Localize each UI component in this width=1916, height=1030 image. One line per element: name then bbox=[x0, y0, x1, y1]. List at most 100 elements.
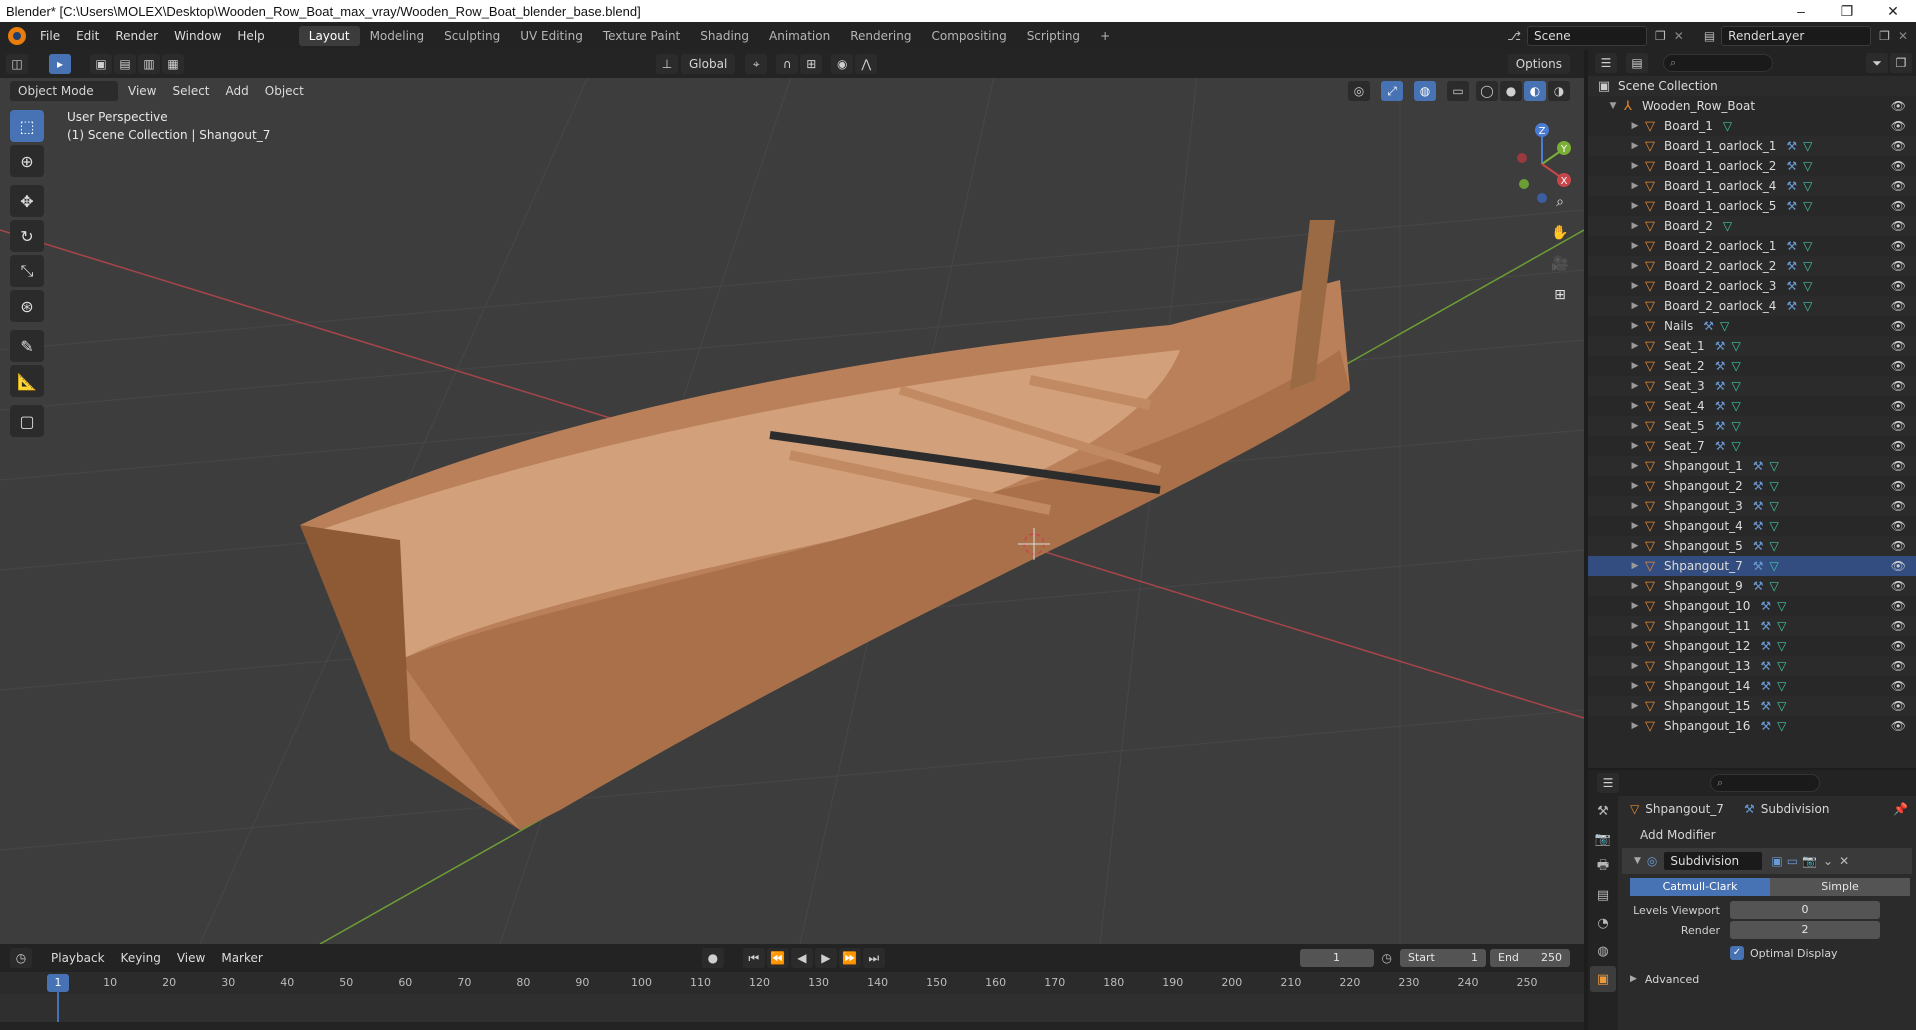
mesh-data-icon[interactable]: ▽ bbox=[1769, 539, 1778, 553]
transform-orientation-dropdown[interactable]: Global bbox=[681, 54, 736, 74]
modifier-wrench-icon[interactable]: ⚒ bbox=[1786, 259, 1797, 273]
expand-arrow-icon[interactable]: ▶ bbox=[1628, 541, 1642, 551]
outliner-row[interactable]: ▶ ▽ Board_2_oarlock_4 ⚒ ▽ 👁 bbox=[1588, 296, 1916, 316]
outliner-row[interactable]: ▶ ▽ Board_1_oarlock_2 ⚒ ▽ 👁 bbox=[1588, 156, 1916, 176]
modifier-wrench-icon[interactable]: ⚒ bbox=[1753, 499, 1764, 513]
expand-arrow-icon[interactable]: ▶ bbox=[1628, 661, 1642, 671]
outliner-search-input[interactable]: ⌕ bbox=[1663, 54, 1773, 72]
mesh-data-icon[interactable]: ▽ bbox=[1803, 259, 1812, 273]
visibility-eye-icon[interactable]: 👁 bbox=[1891, 159, 1906, 173]
current-frame-field[interactable]: 1 bbox=[1299, 949, 1374, 967]
modifier-wrench-icon[interactable]: ⚒ bbox=[1760, 719, 1771, 733]
visibility-eye-icon[interactable]: 👁 bbox=[1891, 339, 1906, 353]
shading-wireframe-icon[interactable]: ◯ bbox=[1476, 81, 1498, 101]
modifier-wrench-icon[interactable]: ⚒ bbox=[1786, 179, 1797, 193]
delete-scene-icon[interactable]: ✕ bbox=[1674, 29, 1684, 43]
timeline-menu-playback[interactable]: Playback bbox=[43, 944, 113, 972]
outliner-row[interactable]: ▶ ▽ Seat_2 ⚒ ▽ 👁 bbox=[1588, 356, 1916, 376]
expand-arrow-icon[interactable]: ▶ bbox=[1628, 261, 1642, 271]
blender-logo-icon[interactable] bbox=[8, 27, 26, 45]
modifier-wrench-icon[interactable]: ⚒ bbox=[1753, 519, 1764, 533]
pivot-point-icon[interactable]: ⌖ bbox=[745, 54, 768, 74]
modifier-wrench-icon[interactable]: ⚒ bbox=[1786, 299, 1797, 313]
jump-keyframe-forward-icon[interactable]: ⏩ bbox=[838, 948, 861, 968]
outliner-row[interactable]: ▶ ▽ Shpangout_12 ⚒ ▽ 👁 bbox=[1588, 636, 1916, 656]
mesh-data-icon[interactable]: ▽ bbox=[1731, 439, 1740, 453]
outliner-row[interactable]: ▶ ▽ Shpangout_2 ⚒ ▽ 👁 bbox=[1588, 476, 1916, 496]
mesh-data-icon[interactable]: ▽ bbox=[1731, 399, 1740, 413]
mesh-data-icon[interactable]: ▽ bbox=[1803, 279, 1812, 293]
scene-tab-icon[interactable]: ◔ bbox=[1590, 910, 1616, 936]
use-preview-range-icon[interactable]: ◷ bbox=[1382, 951, 1392, 965]
modifier-wrench-icon[interactable]: ⚒ bbox=[1703, 319, 1714, 333]
add-modifier-button[interactable]: Add Modifier bbox=[1632, 825, 1902, 845]
mesh-data-icon[interactable]: ▽ bbox=[1803, 139, 1812, 153]
visibility-eye-icon[interactable]: 👁 bbox=[1891, 559, 1906, 573]
mesh-data-icon[interactable]: ▽ bbox=[1731, 359, 1740, 373]
visibility-eye-icon[interactable]: 👁 bbox=[1891, 719, 1906, 733]
outliner-row[interactable]: ▶ ▽ Board_1_oarlock_4 ⚒ ▽ 👁 bbox=[1588, 176, 1916, 196]
outliner-row[interactable]: ▶ ▽ Seat_1 ⚒ ▽ 👁 bbox=[1588, 336, 1916, 356]
visibility-icon[interactable]: ◎ bbox=[1348, 81, 1370, 101]
visibility-eye-icon[interactable]: 👁 bbox=[1891, 459, 1906, 473]
expand-arrow-icon[interactable]: ▶ bbox=[1628, 701, 1642, 711]
outliner-row[interactable]: ▶ ▽ Seat_5 ⚒ ▽ 👁 bbox=[1588, 416, 1916, 436]
measure-tool-icon[interactable]: 📐 bbox=[10, 365, 44, 397]
select-mode-icon[interactable]: ▸ bbox=[49, 54, 71, 74]
expand-arrow-icon[interactable]: ▶ bbox=[1628, 141, 1642, 151]
modifier-wrench-icon[interactable]: ⚒ bbox=[1753, 559, 1764, 573]
jump-start-icon[interactable]: ⏮ bbox=[742, 948, 765, 968]
expand-arrow-icon[interactable]: ▶ bbox=[1628, 441, 1642, 451]
new-collection-icon[interactable]: ❐ bbox=[1890, 53, 1912, 73]
mesh-data-icon[interactable]: ▽ bbox=[1777, 639, 1786, 653]
realtime-toggle-icon[interactable]: ▭ bbox=[1787, 854, 1798, 868]
scene-selector-icon[interactable]: ⎇ bbox=[1507, 29, 1521, 43]
collection-row[interactable]: ▼ ⅄ Wooden_Row_Boat 👁 bbox=[1588, 96, 1916, 116]
visibility-eye-icon[interactable]: 👁 bbox=[1891, 379, 1906, 393]
visibility-eye-icon[interactable]: 👁 bbox=[1891, 479, 1906, 493]
mesh-data-icon[interactable]: ▽ bbox=[1723, 219, 1732, 233]
visibility-eye-icon[interactable]: 👁 bbox=[1891, 699, 1906, 713]
gizmo-toggle-icon[interactable]: ⤢ bbox=[1381, 81, 1403, 101]
modifier-wrench-icon[interactable]: ⚒ bbox=[1786, 159, 1797, 173]
workspace-tab-layout[interactable]: Layout bbox=[298, 26, 360, 46]
visibility-eye-icon[interactable]: 👁 bbox=[1891, 499, 1906, 513]
outliner-row[interactable]: ▶ ▽ Shpangout_13 ⚒ ▽ 👁 bbox=[1588, 656, 1916, 676]
outliner-row[interactable]: ▶ ▽ Board_1 ▽ 👁 bbox=[1588, 116, 1916, 136]
outliner-row[interactable]: ▶ ▽ Shpangout_16 ⚒ ▽ 👁 bbox=[1588, 716, 1916, 736]
modifier-wrench-icon[interactable]: ⚒ bbox=[1760, 659, 1771, 673]
workspace-tab-animation[interactable]: Animation bbox=[759, 26, 840, 46]
outliner-row[interactable]: ▶ ▽ Board_1_oarlock_1 ⚒ ▽ 👁 bbox=[1588, 136, 1916, 156]
display-mode-icon[interactable]: ▤ bbox=[1626, 53, 1648, 73]
advanced-arrow-icon[interactable]: ▶ bbox=[1630, 974, 1637, 984]
outliner-editor-type-icon[interactable]: ☰ bbox=[1595, 53, 1617, 73]
expand-arrow-icon[interactable]: ▼ bbox=[1606, 101, 1620, 111]
xray-toggle-icon[interactable]: ▭ bbox=[1447, 81, 1469, 101]
outliner-row[interactable]: ▶ ▽ Seat_4 ⚒ ▽ 👁 bbox=[1588, 396, 1916, 416]
outliner-row[interactable]: ▶ ▽ Shpangout_3 ⚒ ▽ 👁 bbox=[1588, 496, 1916, 516]
timeline-ruler[interactable]: 10 20 30 40 50 60 70 80 90 100 110 120 130 140 150 160 1… bbox=[0, 972, 1584, 994]
tool-tab-icon[interactable]: ⚒ bbox=[1590, 798, 1616, 824]
scene-collection-row[interactable]: ▣ Scene Collection bbox=[1588, 76, 1916, 96]
modifier-wrench-icon[interactable]: ⚒ bbox=[1715, 439, 1726, 453]
outliner-row[interactable]: ▶ ▽ Shpangout_15 ⚒ ▽ 👁 bbox=[1588, 696, 1916, 716]
mesh-data-icon[interactable]: ▽ bbox=[1720, 319, 1729, 333]
rotate-tool-icon[interactable]: ↻ bbox=[10, 220, 44, 252]
outliner-row[interactable]: ▶ ▽ Board_1_oarlock_5 ⚒ ▽ 👁 bbox=[1588, 196, 1916, 216]
record-keyframe-icon[interactable]: ● bbox=[701, 948, 724, 968]
3d-viewport[interactable]: ◫ ▸ ▣ ▤ ▥ ▦ ⊥ Global ⌖ ∩ ⊞ ◉ ⋀ Options O… bbox=[0, 50, 1584, 944]
render-toggle-icon[interactable]: 📷 bbox=[1802, 854, 1817, 868]
mesh-data-icon[interactable]: ▽ bbox=[1777, 619, 1786, 633]
mesh-data-icon[interactable]: ▽ bbox=[1731, 339, 1740, 353]
options-dropdown[interactable]: Options bbox=[1507, 54, 1570, 74]
modifier-wrench-icon[interactable]: ⚒ bbox=[1753, 539, 1764, 553]
expand-arrow-icon[interactable]: ▶ bbox=[1628, 421, 1642, 431]
expand-arrow-icon[interactable]: ▶ bbox=[1628, 501, 1642, 511]
workspace-tab-sculpting[interactable]: Sculpting bbox=[434, 26, 510, 46]
pan-hand-icon[interactable]: ✋ bbox=[1548, 221, 1572, 245]
outliner-row[interactable]: ▶ ▽ Board_2_oarlock_2 ⚒ ▽ 👁 bbox=[1588, 256, 1916, 276]
pin-icon[interactable]: 📌 bbox=[1893, 802, 1908, 816]
render-levels-field[interactable]: 2 bbox=[1730, 921, 1880, 939]
visibility-eye-icon[interactable]: 👁 bbox=[1891, 679, 1906, 693]
outliner-row[interactable]: ▶ ▽ Board_2_oarlock_1 ⚒ ▽ 👁 bbox=[1588, 236, 1916, 256]
